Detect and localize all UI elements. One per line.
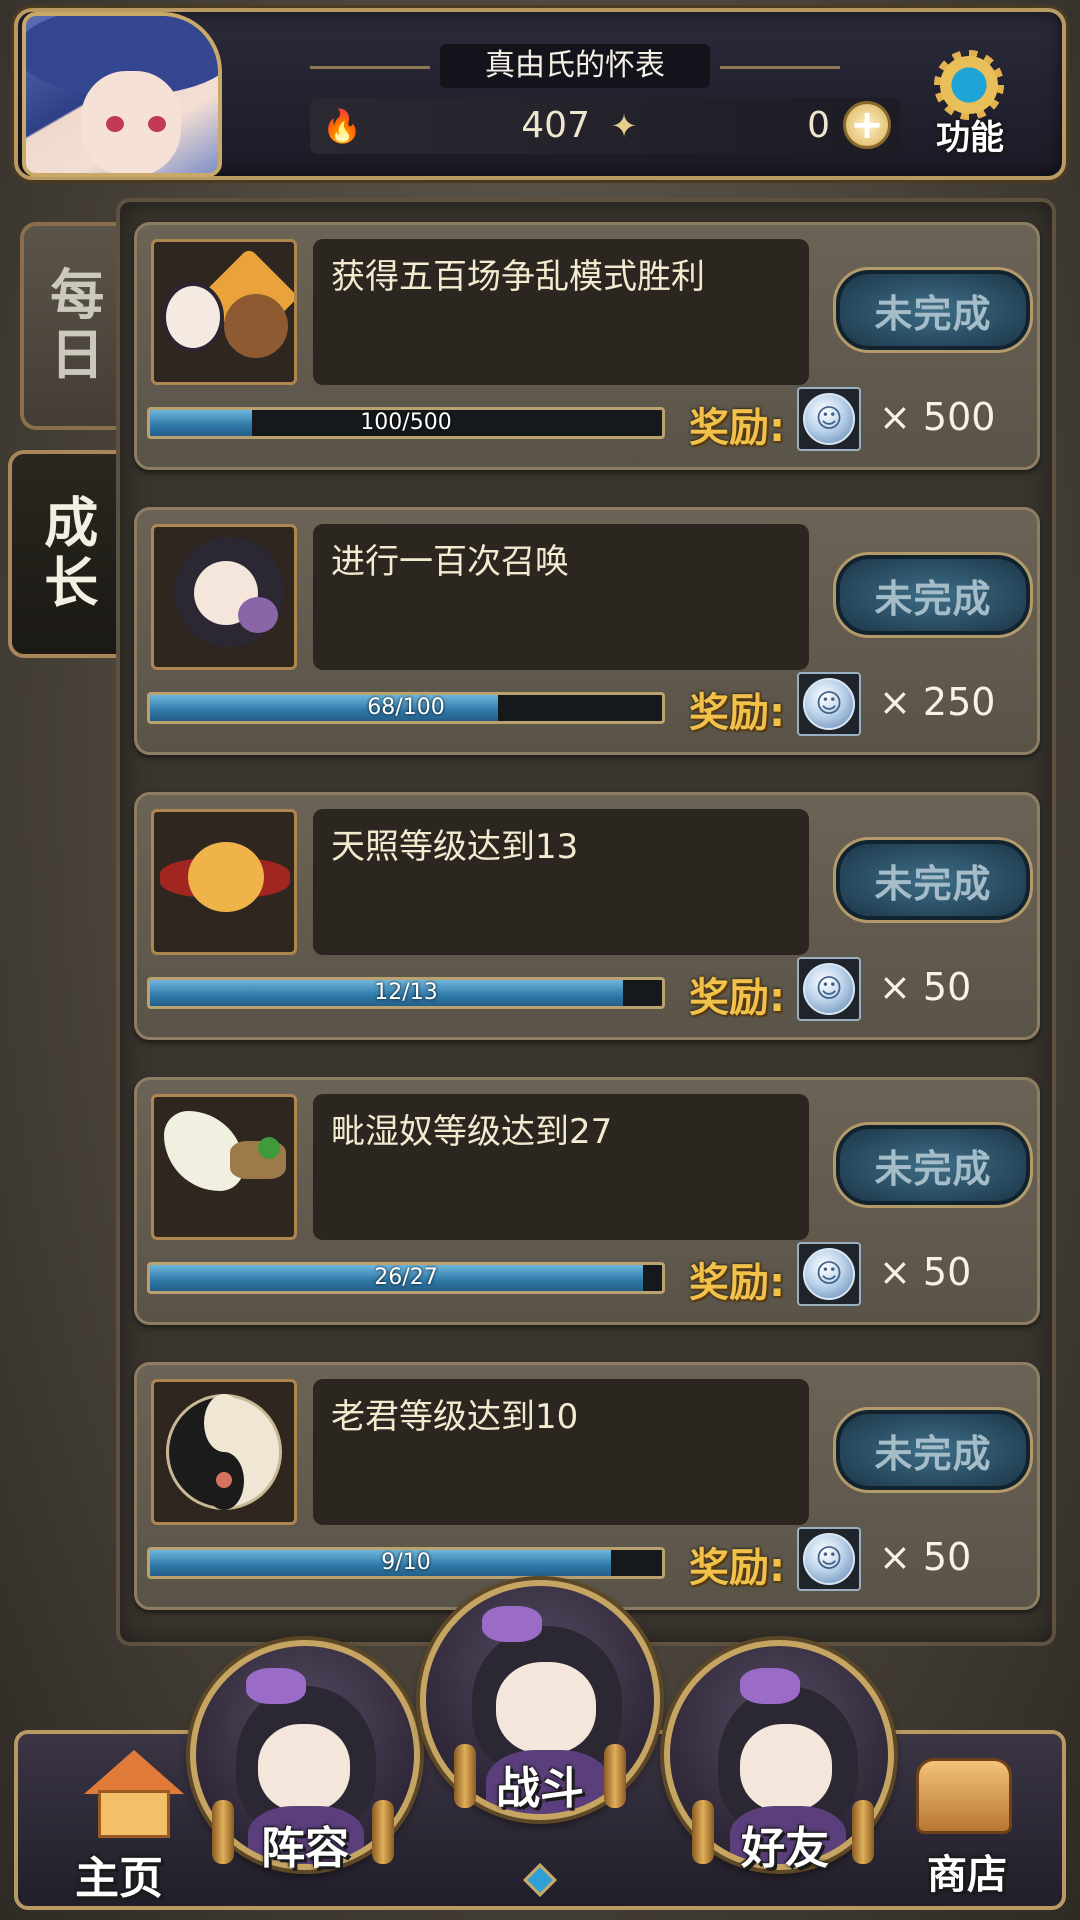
nav-home-label: 主页 — [75, 1853, 163, 1904]
reward-count: × 50 — [879, 1250, 972, 1294]
quest-icon-battle — [151, 239, 297, 385]
reward-label: 奖励: — [689, 1545, 785, 1591]
quest-description-box: 进行一百次召唤 — [313, 524, 809, 670]
tab-daily[interactable]: 每日 — [20, 222, 120, 430]
quest-progress-bar: 9/10 — [147, 1547, 665, 1579]
nav-home-button[interactable]: 主页 — [44, 1750, 194, 1904]
quest-description: 获得五百场争乱模式胜利 — [331, 257, 705, 297]
quest-status-button[interactable]: 未完成 — [833, 1122, 1033, 1208]
house-icon — [84, 1750, 184, 1840]
reward-count: × 50 — [879, 965, 972, 1009]
quest-description-box: 天照等级达到13 — [313, 809, 809, 955]
quest-description: 老君等级达到10 — [331, 1397, 579, 1437]
reward-item[interactable]: ☺ — [797, 1242, 861, 1306]
nav-team-label: 阵容 — [261, 1823, 349, 1874]
function-label: 功能 — [936, 118, 1004, 158]
butterfly-icon: ✦ — [610, 107, 638, 145]
currency-flame-value: 407 — [521, 105, 590, 146]
flame-icon: 🔥 — [322, 107, 362, 145]
reward-label: 奖励: — [689, 690, 785, 736]
quest-card: 获得五百场争乱模式胜利 未完成 100/500 奖励: ☺ × 500 — [134, 222, 1040, 470]
quest-progress-text: 68/100 — [367, 695, 445, 720]
nav-shop-button[interactable]: 商店 — [892, 1750, 1042, 1900]
quest-progress-bar: 26/27 — [147, 1262, 665, 1294]
quest-description: 毗湿奴等级达到27 — [331, 1112, 613, 1152]
quest-icon-vishnu — [151, 1094, 297, 1240]
quest-progress-bar: 68/100 — [147, 692, 665, 724]
nav-battle-label: 战斗 — [496, 1763, 584, 1814]
quest-description-box: 获得五百场争乱模式胜利 — [313, 239, 809, 385]
quest-progress-text: 100/500 — [360, 410, 452, 435]
reward-label: 奖励: — [689, 975, 785, 1021]
name-divider-left — [310, 66, 430, 69]
avatar-face — [81, 71, 181, 173]
quest-progress-text: 12/13 — [374, 980, 438, 1005]
quest-description: 进行一百次召唤 — [331, 542, 569, 582]
quest-progress-text: 9/10 — [381, 1550, 431, 1575]
quest-card: 天照等级达到13 未完成 12/13 奖励: ☺ × 50 — [134, 792, 1040, 1040]
avatar-eye-left — [106, 116, 124, 132]
avatar-eye-right — [148, 116, 166, 132]
yin-yang-icon — [151, 1379, 297, 1525]
tab-daily-label: 每日 — [40, 266, 104, 386]
currency-butterfly-value: 0 — [807, 105, 830, 146]
reward-item[interactable]: ☺ — [797, 1527, 861, 1591]
quest-progress-bar: 12/13 — [147, 977, 665, 1009]
coin-icon: ☺ — [803, 678, 855, 730]
name-divider-right — [720, 66, 840, 69]
quest-status-button[interactable]: 未完成 — [833, 1407, 1033, 1493]
reward-count: × 50 — [879, 1535, 972, 1579]
reward-item[interactable]: ☺ — [797, 672, 861, 736]
quest-icon-amaterasu — [151, 809, 297, 955]
treasure-chest-icon — [916, 1758, 1012, 1834]
quest-status-button[interactable]: 未完成 — [833, 552, 1033, 638]
quest-icon-summon — [151, 524, 297, 670]
nav-shop-label: 商店 — [927, 1852, 1007, 1898]
reward-label: 奖励: — [689, 405, 785, 451]
tab-growth-label: 成长 — [34, 494, 98, 614]
add-currency-button[interactable]: + — [843, 101, 891, 149]
nav-friends-label: 好友 — [741, 1823, 829, 1874]
quest-card: 老君等级达到10 未完成 9/10 奖励: ☺ × 50 — [134, 1362, 1040, 1610]
quest-status-button[interactable]: 未完成 — [833, 267, 1033, 353]
reward-item[interactable]: ☺ — [797, 957, 861, 1021]
quest-card: 进行一百次召唤 未完成 68/100 奖励: ☺ × 250 — [134, 507, 1040, 755]
reward-item[interactable]: ☺ — [797, 387, 861, 451]
reward-count: × 500 — [879, 395, 996, 439]
tab-growth[interactable]: 成长 — [8, 450, 120, 658]
quest-description-box: 老君等级达到10 — [313, 1379, 809, 1525]
quest-progress-text: 26/27 — [374, 1265, 438, 1290]
reward-label: 奖励: — [689, 1260, 785, 1306]
quest-description-box: 毗湿奴等级达到27 — [313, 1094, 809, 1240]
quest-description: 天照等级达到13 — [331, 827, 579, 867]
coin-icon: ☺ — [803, 963, 855, 1015]
function-button[interactable]: 功能 — [920, 42, 1020, 162]
player-name: 真由氏的怀表 — [440, 44, 710, 88]
quest-card: 毗湿奴等级达到27 未完成 26/27 奖励: ☺ × 50 — [134, 1077, 1040, 1325]
quest-status-button[interactable]: 未完成 — [833, 837, 1033, 923]
coin-icon: ☺ — [803, 1533, 855, 1585]
reward-count: × 250 — [879, 680, 996, 724]
coin-icon: ☺ — [803, 1248, 855, 1300]
quest-progress-bar: 100/500 — [147, 407, 665, 439]
coin-icon: ☺ — [803, 393, 855, 445]
player-avatar[interactable] — [22, 12, 222, 177]
currency-bar: 🔥 407 ✦ 0 — [310, 98, 900, 154]
